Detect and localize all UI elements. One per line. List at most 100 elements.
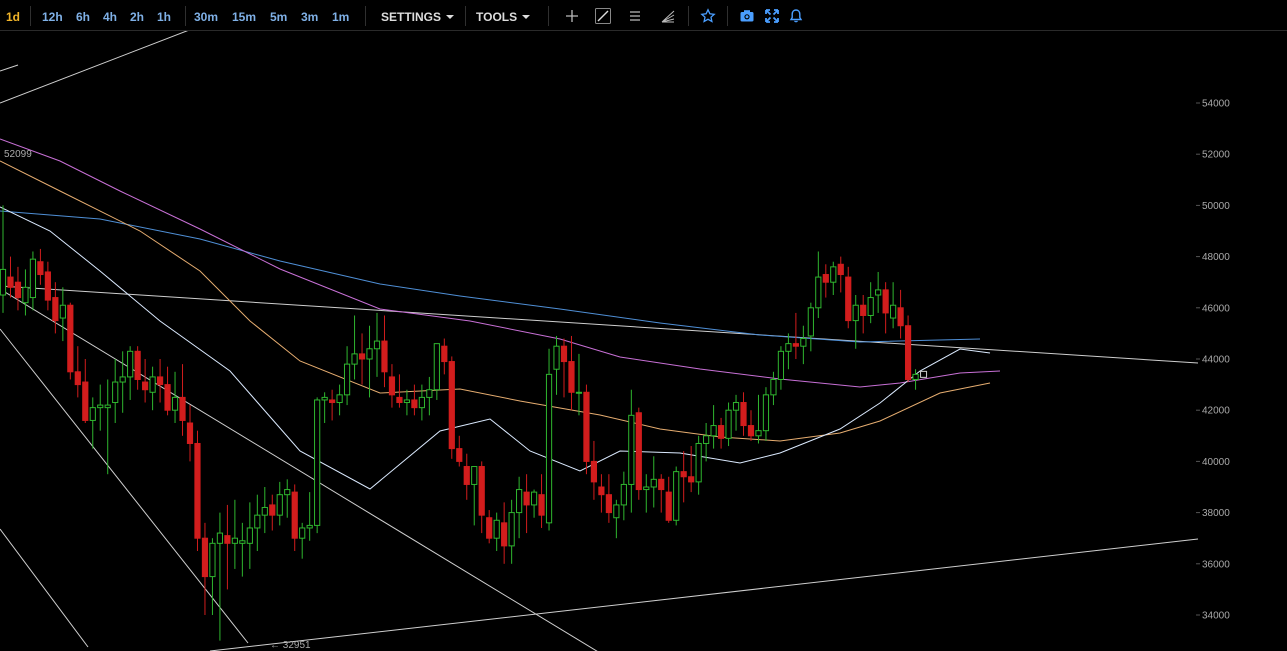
candle-up: [613, 504, 620, 519]
alert-bell-icon[interactable]: [788, 8, 804, 24]
candle-down: [381, 340, 388, 373]
toolbar-divider: [185, 6, 186, 26]
hamburger-menu-icon[interactable]: [627, 8, 643, 24]
candle-down: [590, 460, 598, 483]
y-axis-label: 42000: [1202, 406, 1230, 417]
timeframe-6h[interactable]: 6h: [76, 10, 90, 24]
timeframe-4h[interactable]: 4h: [103, 10, 117, 24]
chevron-down-icon: [446, 15, 455, 19]
trendline: [0, 285, 1199, 364]
candle-down: [478, 466, 485, 516]
candle-up: [149, 376, 156, 393]
candle-down: [568, 361, 575, 393]
candle-up: [104, 404, 111, 409]
candle-up: [703, 435, 710, 444]
trendline: [0, 288, 598, 651]
candle-down: [538, 494, 545, 516]
candle-up: [246, 527, 253, 544]
settings-menu[interactable]: SETTINGS: [381, 10, 455, 24]
candle-down: [717, 425, 725, 439]
timeframe-5m[interactable]: 5m: [270, 10, 287, 24]
candle-up: [433, 343, 440, 391]
candle-up: [171, 396, 179, 411]
candle-up: [553, 345, 560, 370]
candle-down: [411, 399, 418, 409]
toolbar-divider: [30, 6, 31, 26]
y-axis-label: 44000: [1202, 355, 1230, 366]
candle-down: [658, 478, 665, 491]
candle-up: [426, 389, 433, 398]
star-icon[interactable]: [700, 8, 716, 24]
price-chart[interactable]: 54000 52000 50000 48000 46000 44000 42000 40000…: [0, 31, 1287, 651]
camera-icon[interactable]: [739, 8, 755, 24]
candle-down: [837, 263, 844, 276]
candle-up: [875, 289, 882, 296]
timeframe-3m[interactable]: 3m: [301, 10, 318, 24]
y-axis-label: 50000: [1202, 201, 1230, 212]
candle-down: [598, 486, 605, 496]
timeframe-1m[interactable]: 1m: [332, 10, 349, 24]
candle-up: [314, 399, 321, 526]
candle-down: [201, 537, 209, 578]
candle-up: [732, 402, 740, 411]
timeframe-30m[interactable]: 30m: [194, 10, 218, 24]
trendline-drawings: [0, 31, 1199, 651]
low-price-marker: ← 32951: [270, 640, 311, 651]
candle-up: [29, 258, 37, 299]
trendline: [209, 538, 1199, 651]
y-axis-label: 34000: [1202, 611, 1230, 622]
timeframe-1d[interactable]: 1d: [6, 10, 20, 24]
fib-fan-icon[interactable]: [660, 8, 676, 24]
candle-up: [403, 399, 411, 404]
candle-up: [628, 414, 635, 485]
candle-up: [261, 506, 268, 516]
candle-down: [463, 466, 470, 485]
candle-down: [501, 522, 508, 547]
toolbar-divider: [727, 6, 728, 26]
timeframe-2h[interactable]: 2h: [130, 10, 144, 24]
candle-down: [560, 345, 568, 363]
candle-down: [897, 307, 904, 327]
candle-up: [912, 373, 919, 380]
candle-up: [373, 340, 381, 350]
candle-down: [605, 494, 612, 514]
candle-up: [89, 407, 96, 421]
y-axis-label: 52000: [1202, 150, 1230, 161]
candle-down: [67, 304, 74, 373]
candle-down: [44, 271, 51, 301]
candle-down: [179, 396, 186, 421]
candle-up: [471, 466, 478, 485]
toolbar-divider: [688, 6, 689, 26]
candle-down: [74, 371, 81, 386]
trendline: [0, 328, 249, 644]
candle-down: [792, 343, 799, 347]
candle-up: [800, 338, 807, 347]
fullscreen-icon[interactable]: [764, 8, 780, 24]
candle-down: [448, 361, 455, 450]
timeframe-15m[interactable]: 15m: [232, 10, 256, 24]
toolbar-divider: [465, 6, 466, 26]
crosshair-icon[interactable]: [564, 8, 580, 24]
candle-up: [351, 353, 358, 365]
candle-up: [815, 276, 822, 309]
timeframe-1h[interactable]: 1h: [157, 10, 171, 24]
candle-down: [164, 384, 171, 411]
candle-up: [22, 286, 29, 304]
candle-up: [785, 343, 792, 352]
candle-up: [620, 483, 627, 506]
candle-down: [329, 399, 336, 404]
candle-up: [770, 378, 777, 396]
tools-menu[interactable]: TOOLS: [476, 10, 531, 24]
candle-up: [890, 304, 897, 319]
candle-down: [904, 325, 912, 380]
candle-up: [0, 268, 7, 296]
y-axis-label: 48000: [1202, 252, 1230, 263]
candle-down: [134, 350, 141, 380]
timeframe-12h[interactable]: 12h: [42, 10, 63, 24]
line-tool-icon[interactable]: [595, 8, 611, 24]
candle-down: [82, 381, 89, 421]
tools-label: TOOLS: [476, 10, 518, 24]
candle-up: [807, 307, 814, 337]
candlestick-series: [0, 205, 928, 641]
candle-up: [216, 532, 224, 544]
